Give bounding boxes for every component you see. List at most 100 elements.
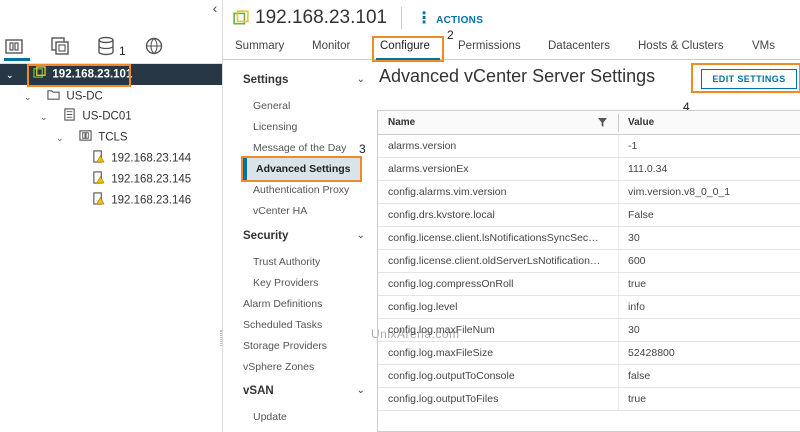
tab-storage[interactable] — [96, 36, 120, 60]
setting-value-cell: -1 — [628, 140, 638, 152]
collapse-panel-icon[interactable]: ‹ — [208, 0, 222, 18]
setting-value-cell: vim.version.v8_0_0_1 — [628, 186, 731, 198]
tab-vms-templates[interactable] — [50, 36, 74, 60]
table-row[interactable]: config.log.maxFileSize 52428800 — [378, 342, 800, 365]
host-warning-icon — [92, 169, 108, 190]
advanced-settings-table: Name Value alarms.version -1 alarms.versio… — [377, 110, 800, 432]
column-header-name[interactable]: Name — [388, 117, 415, 128]
setting-value-cell: 111.0.34 — [628, 163, 668, 175]
table-row[interactable]: config.log.outputToConsole false — [378, 365, 800, 388]
setting-name-cell: alarms.version — [388, 140, 457, 152]
actions-label: ACTIONS — [436, 15, 484, 26]
nav-item-licensing[interactable]: Licensing — [253, 121, 297, 133]
table-row[interactable]: config.log.compressOnRoll true — [378, 273, 800, 296]
cell-divider — [618, 181, 619, 203]
table-row[interactable]: alarms.versionEx 111.0.34 — [378, 158, 800, 181]
header-divider — [401, 7, 403, 29]
nav-item-scheduled-tasks[interactable]: Scheduled Tasks — [243, 319, 322, 331]
table-row[interactable]: config.log.level info — [378, 296, 800, 319]
setting-value-cell: info — [628, 301, 645, 313]
cell-divider — [618, 227, 619, 249]
table-row[interactable]: alarms.version -1 — [378, 135, 800, 158]
nav-group-security[interactable]: Security ⌄ — [243, 230, 365, 242]
host-warning-icon — [92, 148, 108, 169]
table-row[interactable]: config.alarms.vim.version vim.version.v8_… — [378, 181, 800, 204]
host-warning-icon — [92, 190, 108, 211]
nav-group-vsan[interactable]: vSAN ⌄ — [243, 385, 365, 397]
more-vertical-icon: ⋮ — [416, 10, 433, 27]
actions-menu[interactable]: ⋮ ACTIONS — [416, 8, 483, 28]
expand-caret-icon[interactable]: ⌄ — [6, 65, 18, 86]
callout-highlight-vcenter — [27, 64, 131, 87]
tab-permissions[interactable]: Permissions — [458, 40, 521, 52]
table-header: Name Value — [378, 111, 800, 135]
nav-item-vsan-update[interactable]: Update — [253, 411, 287, 423]
object-tabs: Summary Monitor Configure Permissions Da… — [223, 36, 800, 60]
setting-name-cell: config.log.outputToConsole — [388, 370, 515, 382]
object-header: 192.168.23.101 ⋮ ACTIONS — [233, 6, 483, 30]
table-row[interactable]: config.log.maxFileNum 30 — [378, 319, 800, 342]
edit-settings-button[interactable]: EDIT SETTINGS — [701, 69, 797, 89]
cell-divider — [618, 250, 619, 272]
tree-item-us-dc[interactable]: ⌄ US-DC — [24, 86, 103, 107]
nav-item-trust-authority[interactable]: Trust Authority — [253, 256, 320, 268]
nav-item-general[interactable]: General — [253, 100, 290, 112]
nav-group-settings[interactable]: Settings ⌄ — [243, 74, 365, 86]
vcenter-icon — [233, 10, 249, 25]
inventory-tabs — [0, 30, 222, 64]
tab-datacenters[interactable]: Datacenters — [548, 40, 610, 52]
settings-nav: Settings ⌄ General Licensing Message of … — [223, 62, 371, 432]
tree-item-us-dc01[interactable]: ⌄ US-DC01 — [40, 106, 132, 127]
column-resize-handle[interactable] — [618, 114, 619, 132]
tree-item-host-145[interactable]: 192.168.23.145 — [92, 169, 191, 190]
cell-divider — [618, 365, 619, 387]
cell-divider — [618, 296, 619, 318]
expand-caret-icon[interactable]: ⌄ — [40, 107, 52, 128]
nav-item-vsphere-zones[interactable]: vSphere Zones — [243, 361, 314, 373]
storage-icon — [98, 36, 114, 56]
table-row[interactable]: config.drs.kvstore.local False — [378, 204, 800, 227]
setting-value-cell: false — [628, 370, 651, 382]
tree-item-label: US-DC01 — [82, 110, 132, 123]
tree-item-host-144[interactable]: 192.168.23.144 — [92, 148, 191, 169]
content-area: 192.168.23.101 ⋮ ACTIONS Summary Monitor … — [222, 0, 800, 432]
nav-item-authentication-proxy[interactable]: Authentication Proxy — [253, 184, 349, 196]
chevron-down-icon: ⌄ — [356, 74, 365, 85]
cell-divider — [618, 388, 619, 410]
nav-item-motd[interactable]: Message of the Day — [253, 142, 346, 154]
setting-name-cell: config.log.outputToFiles — [388, 393, 499, 405]
filter-icon[interactable] — [598, 118, 607, 127]
tab-monitor[interactable]: Monitor — [312, 40, 350, 52]
hosts-clusters-icon — [5, 39, 23, 54]
table-row[interactable]: config.log.outputToFiles true — [378, 388, 800, 411]
datacenter-icon — [63, 106, 79, 127]
setting-value-cell: 30 — [628, 232, 640, 244]
expand-caret-icon[interactable]: ⌄ — [24, 87, 36, 108]
setting-value-cell: 30 — [628, 324, 640, 336]
nav-item-storage-providers[interactable]: Storage Providers — [243, 340, 327, 352]
column-header-value[interactable]: Value — [628, 117, 654, 128]
setting-name-cell: config.license.client.oldServerLsNotific… — [388, 255, 601, 267]
nav-group-label: vSAN — [243, 385, 274, 397]
callout-number-2: 2 — [447, 28, 454, 42]
table-row[interactable]: config.license.client.lsNotificationsSyn… — [378, 227, 800, 250]
tree-item-label: 192.168.23.144 — [111, 152, 192, 165]
tab-networking[interactable] — [144, 36, 168, 60]
nav-item-alarm-definitions[interactable]: Alarm Definitions — [243, 298, 322, 310]
expand-caret-icon[interactable]: ⌄ — [56, 128, 68, 149]
tab-summary[interactable]: Summary — [235, 40, 284, 52]
nav-item-key-providers[interactable]: Key Providers — [253, 277, 318, 289]
tree-item-tcls[interactable]: ⌄ TCLS — [56, 127, 128, 148]
tab-vms[interactable]: VMs — [752, 40, 775, 52]
tree-item-host-146[interactable]: 192.168.23.146 — [92, 190, 191, 211]
nav-item-vcenter-ha[interactable]: vCenter HA — [253, 205, 307, 217]
table-row[interactable]: config.license.client.oldServerLsNotific… — [378, 250, 800, 273]
cluster-icon — [79, 127, 95, 148]
active-tab-indicator — [4, 58, 30, 61]
setting-name-cell: config.log.compressOnRoll — [388, 278, 514, 290]
object-title: 192.168.23.101 — [255, 7, 388, 28]
tab-hosts-clusters[interactable] — [4, 36, 30, 61]
network-icon — [145, 37, 163, 55]
tab-hosts-clusters[interactable]: Hosts & Clusters — [638, 40, 724, 52]
setting-value-cell: 52428800 — [628, 347, 675, 359]
